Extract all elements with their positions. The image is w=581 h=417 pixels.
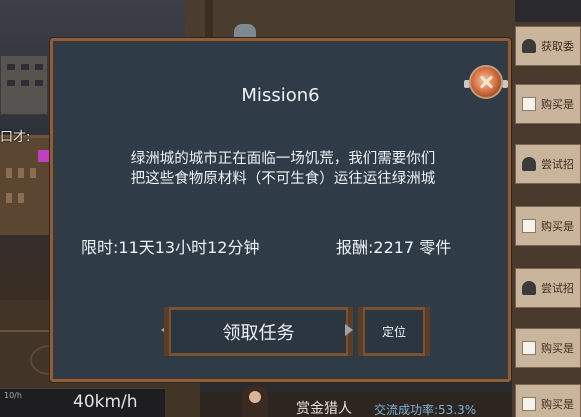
description-line: 把这些食物原材料（不可生食）运往运往绿洲城 [130,171,436,187]
event-item-label: 尝试招 [541,158,574,171]
event-item-4[interactable]: 尝试招 [515,268,581,308]
building [0,55,48,115]
event-item-1[interactable]: 购买是 [515,84,581,124]
hunter-avatar[interactable] [242,385,268,417]
event-item-6[interactable]: 购买是 [515,384,581,417]
time-limit: 限时:11天13小时12分钟 [81,238,260,257]
document-icon [522,97,536,111]
reward: 报酬:2217 零件 [336,238,452,257]
speed-unit: 10/h [4,391,22,400]
success-rate: 交流成功率:53.3% [374,401,476,417]
mission-description: 绿洲城的城市正在面临一场饥荒，我们需要你们 把这些食物原材料（不可生食）运往运往… [113,149,453,189]
event-item-label: 购买是 [541,98,574,111]
person-icon [522,157,536,171]
event-list: 获取委 购买是 尝试招 购买是 尝试招 购买是 购买是 [512,22,581,417]
mission-title: Mission6 [241,85,320,106]
event-item-label: 购买是 [541,220,574,233]
success-rate-label: 交流成功率: [374,403,439,417]
document-icon [522,341,536,355]
event-item-3[interactable]: 购买是 [515,206,581,246]
status-marker [38,150,50,162]
accept-mission-button[interactable]: 领取任务 [164,307,353,356]
arrow-right-icon [345,324,353,336]
document-icon [522,219,536,233]
description-line: 绿洲城的城市正在面临一场饥荒，我们需要你们 [130,151,436,167]
event-item-label: 购买是 [541,342,574,355]
locate-button[interactable]: 定位 [358,307,430,356]
eloquence-label: 口才: [0,130,31,145]
person-icon [522,281,536,295]
speed-readout: 40km/h [73,392,138,412]
event-item-label: 尝试招 [541,282,574,295]
mission-dialog: Mission6 绿洲城的城市正在面临一场饥荒，我们需要你们 把这些食物原材料（… [50,38,511,382]
event-item-label: 购买是 [541,398,574,411]
success-rate-value: 53.3% [438,403,477,417]
speed-bar: 10/h 40km/h [0,388,165,417]
event-item-5[interactable]: 购买是 [515,328,581,368]
hunter-name: 赏金猎人 [296,401,352,417]
person-icon [522,39,536,53]
event-item-label: 获取委 [541,40,574,53]
panel-tab [205,0,213,40]
event-item-2[interactable]: 尝试招 [515,144,581,184]
document-icon [522,397,536,411]
event-item-0[interactable]: 获取委 [515,26,581,66]
